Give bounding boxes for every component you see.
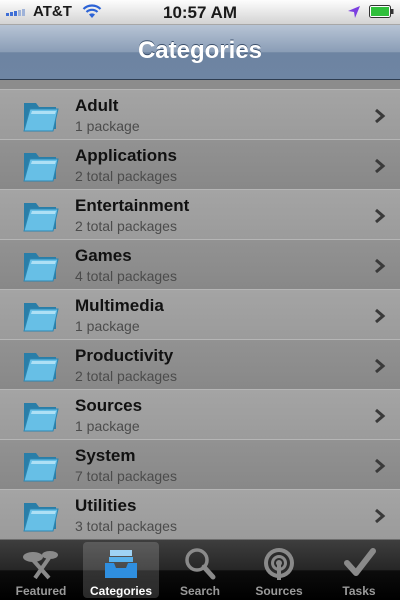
- category-list[interactable]: Adult 1 package Applications 2 total pac…: [0, 80, 400, 540]
- folder-icon: [23, 103, 59, 132]
- status-bar: AT&T 10:57 AM: [0, 0, 400, 25]
- chevron-right-icon: [375, 108, 386, 124]
- list-item-multimedia[interactable]: Multimedia 1 package: [0, 289, 400, 340]
- featured-icon: [23, 551, 58, 580]
- list-item-utilities[interactable]: Utilities 3 total packages: [0, 489, 400, 540]
- list-item-sources[interactable]: Sources 1 package: [0, 389, 400, 440]
- list-item-system[interactable]: System 7 total packages: [0, 439, 400, 490]
- chevron-right-icon: [375, 258, 386, 274]
- folder-icon: [23, 203, 59, 232]
- package-count: 2 total packages: [75, 218, 177, 234]
- tab-bar: Featured Categories Search Sources Tasks: [0, 540, 400, 600]
- folder-icon: [23, 353, 59, 382]
- package-count: 1 package: [75, 418, 140, 434]
- package-count: 1 package: [75, 118, 140, 134]
- tab-categories[interactable]: Categories: [83, 542, 159, 598]
- navigation-bar: Categories: [0, 25, 400, 80]
- list-item-applications[interactable]: Applications 2 total packages: [0, 139, 400, 190]
- tab-featured[interactable]: Featured: [3, 542, 79, 598]
- package-count: 2 total packages: [75, 168, 177, 184]
- folder-icon: [23, 403, 59, 432]
- tab-search[interactable]: Search: [162, 542, 238, 598]
- folder-icon: [23, 503, 59, 532]
- list-item-entertainment[interactable]: Entertainment 2 total packages: [0, 189, 400, 240]
- sources-broadcast-icon: [264, 548, 294, 580]
- tab-label: Categories: [89, 584, 153, 598]
- tab-sources[interactable]: Sources: [241, 542, 317, 598]
- chevron-right-icon: [375, 358, 386, 374]
- categories-tray-icon: [105, 550, 137, 578]
- folder-icon: [23, 303, 59, 332]
- page-title: Categories: [137, 37, 263, 64]
- package-count: 2 total packages: [75, 368, 177, 384]
- chevron-right-icon: [375, 308, 386, 324]
- category-name: Entertainment: [75, 196, 190, 215]
- folder-icon: [23, 453, 59, 482]
- category-name: System: [75, 446, 136, 465]
- list-item-productivity[interactable]: Productivity 2 total packages: [0, 339, 400, 390]
- chevron-right-icon: [375, 458, 386, 474]
- tab-label: Tasks: [342, 584, 376, 598]
- battery-icon: [369, 5, 394, 18]
- chevron-right-icon: [375, 408, 386, 424]
- category-name: Sources: [75, 396, 143, 415]
- folder-icon: [23, 253, 59, 282]
- status-time: 10:57 AM: [162, 3, 237, 22]
- category-name: Games: [75, 246, 132, 265]
- category-name: Multimedia: [75, 296, 164, 315]
- package-count: 3 total packages: [75, 518, 177, 534]
- checkmark-icon: [344, 548, 376, 576]
- search-icon: [185, 548, 216, 580]
- tab-label: Featured: [15, 584, 67, 598]
- chevron-right-icon: [375, 158, 386, 174]
- category-name: Adult: [75, 96, 119, 115]
- category-name: Productivity: [75, 346, 174, 365]
- folder-icon: [23, 153, 59, 182]
- location-arrow-icon: [348, 6, 360, 18]
- chevron-right-icon: [375, 208, 386, 224]
- tab-label: Search: [179, 584, 221, 598]
- package-count: 1 package: [75, 318, 140, 334]
- tab-tasks[interactable]: Tasks: [321, 542, 397, 598]
- category-name: Applications: [75, 146, 178, 165]
- package-count: 4 total packages: [75, 268, 177, 284]
- chevron-right-icon: [375, 508, 386, 524]
- list-item-adult[interactable]: Adult 1 package: [0, 89, 400, 140]
- category-name: Utilities: [75, 496, 137, 515]
- package-count: 7 total packages: [75, 468, 177, 484]
- tab-label: Sources: [255, 584, 303, 598]
- list-item-games[interactable]: Games 4 total packages: [0, 239, 400, 290]
